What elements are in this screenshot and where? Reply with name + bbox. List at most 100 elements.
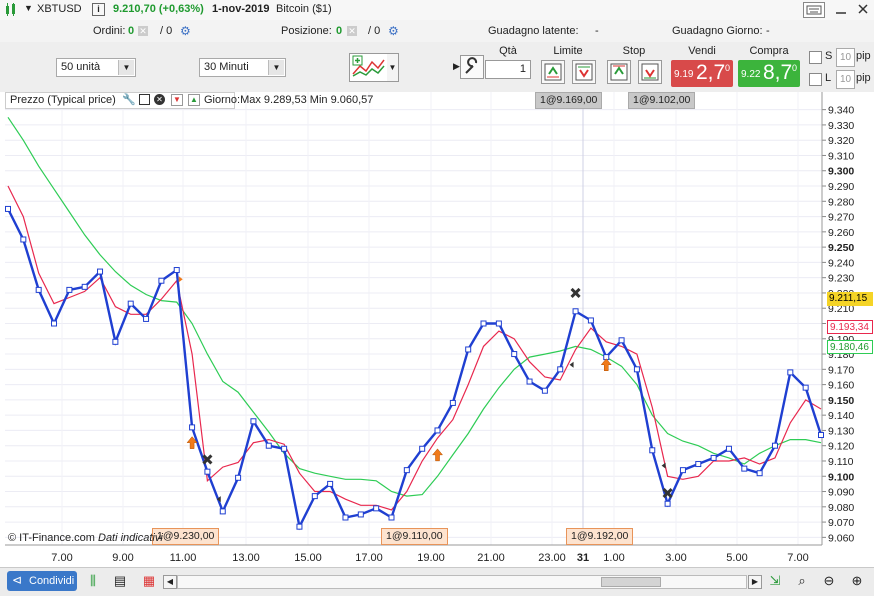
price-point xyxy=(572,308,579,315)
chevron-down-icon[interactable]: ▼ xyxy=(118,60,134,75)
table-icon[interactable]: ▤ xyxy=(111,572,129,590)
price-point xyxy=(219,508,226,515)
price-point xyxy=(710,454,717,461)
orders-cancel-icon[interactable]: ✕ xyxy=(138,26,148,36)
add-indicator-button[interactable] xyxy=(349,53,389,82)
sell-stop-button[interactable] xyxy=(638,60,662,84)
keyboard-icon[interactable] xyxy=(803,2,825,18)
x-tick-label: 31 xyxy=(577,552,589,564)
price-point xyxy=(265,442,272,449)
price-point xyxy=(173,267,180,274)
price-point xyxy=(235,474,242,481)
share-label: Condividi xyxy=(29,575,75,587)
x-tick-label: 19.00 xyxy=(417,552,445,564)
price-point xyxy=(250,418,257,425)
scroll-right-icon[interactable]: ▶ xyxy=(748,575,762,589)
zoom-out-icon[interactable]: ⊖ xyxy=(820,572,838,590)
position-cancel-icon[interactable]: ✕ xyxy=(347,26,357,36)
horizontal-scrollbar[interactable] xyxy=(177,575,747,589)
chevron-down-icon[interactable]: ▼ xyxy=(268,60,284,75)
zoom-in-icon[interactable]: ⊕ xyxy=(848,572,866,590)
order-flag-top-2[interactable]: 1@9.102,00 xyxy=(628,92,696,109)
price-point xyxy=(97,268,104,275)
y-tick-label: 9.260 xyxy=(828,227,854,239)
info-icon[interactable]: i xyxy=(92,3,105,16)
close-panel-icon[interactable]: ✕ xyxy=(154,94,165,105)
close-icon[interactable] xyxy=(856,2,870,16)
sell-limit-button[interactable] xyxy=(572,60,596,84)
price-point xyxy=(633,366,640,373)
price-badge-last: 9.211,15 xyxy=(827,292,873,306)
candles-icon[interactable]: ⫼ xyxy=(84,572,102,590)
order-flag-top-1[interactable]: 1@9.169,00 xyxy=(535,92,603,109)
y-tick-label: 9.140 xyxy=(828,410,854,422)
scroll-left-icon[interactable]: ◀ xyxy=(163,575,177,589)
price-point xyxy=(20,236,27,243)
price-point xyxy=(5,205,11,212)
account-status-bar: Ordini: 0 ✕ / 0 ⚙ Posizione: 0 ✕ / 0 ⚙ G… xyxy=(0,20,874,43)
y-tick-label: 9.280 xyxy=(828,196,854,208)
zoom-fit-icon[interactable]: ⇲ xyxy=(766,572,784,590)
instrument-name[interactable]: XBTUSD xyxy=(37,3,82,15)
window-restore-icon[interactable] xyxy=(139,94,150,105)
qty-input[interactable]: 1 xyxy=(485,60,531,79)
y-tick-label: 9.320 xyxy=(828,135,854,147)
product-name: Bitcoin ($1) xyxy=(276,3,332,15)
sell-button[interactable]: 9.19 2,7 0 xyxy=(671,60,733,87)
qty-label: Qtà xyxy=(499,45,517,57)
price-point xyxy=(204,468,211,475)
scrollbar-thumb[interactable] xyxy=(601,577,661,587)
y-tick-label: 9.100 xyxy=(828,471,854,483)
share-button[interactable]: ⊲ Condividi xyxy=(7,571,77,591)
buy-price-small: 9.22 xyxy=(741,69,761,80)
share-icon: ⊲ xyxy=(12,573,23,587)
orders-settings-icon[interactable]: ⚙ xyxy=(180,24,191,38)
y-tick-label: 9.290 xyxy=(828,181,854,193)
window-icon[interactable] xyxy=(5,3,17,16)
price-point xyxy=(357,511,364,518)
price-point xyxy=(81,283,88,290)
price-point xyxy=(449,399,456,406)
price-point xyxy=(495,320,502,327)
order-flag-bottom-3[interactable]: 1@9.192,00 xyxy=(566,528,634,545)
limit-label: Limite xyxy=(553,45,583,57)
instrument-dropdown-icon[interactable]: ▼ xyxy=(24,3,33,13)
buy-limit-button[interactable] xyxy=(541,60,565,84)
order-flag-bottom-2[interactable]: 1@9.110,00 xyxy=(381,528,448,545)
sell-label: Vendi xyxy=(688,45,716,57)
x-tick-label: 9.00 xyxy=(112,552,133,564)
price-point xyxy=(480,320,487,327)
position-settings-icon[interactable]: ⚙ xyxy=(388,24,399,38)
y-tick-label: 9.070 xyxy=(828,517,854,529)
limit-checkbox[interactable] xyxy=(809,73,822,86)
timeframe-select[interactable]: 30 Minuti ▼ xyxy=(199,58,286,77)
wrench-button[interactable] xyxy=(460,55,484,79)
price-point xyxy=(557,366,564,373)
copyright-text: © IT-Finance.com xyxy=(8,532,95,544)
y-tick-label: 9.160 xyxy=(828,380,854,392)
price-chart[interactable]: 9.340 9.330 9.320 9.310 9.300 9.290 9.280 9.270… xyxy=(0,92,874,567)
day-range-overlay: Giorno:Max 9.289,53 Min 9.060,57 xyxy=(204,94,374,106)
y-tick-label: 9.150 xyxy=(828,395,854,407)
move-up-icon[interactable]: ▲ xyxy=(188,94,200,106)
buy-button[interactable]: 9.22 8,7 0 xyxy=(738,60,800,87)
panel-collapse-icon[interactable]: ▶ xyxy=(453,61,460,72)
x-tick-label: 7.00 xyxy=(51,552,72,564)
minimize-icon[interactable] xyxy=(834,2,848,16)
price-point xyxy=(143,315,150,322)
grid-icon[interactable]: ▦ xyxy=(140,572,158,590)
wrench-icon[interactable]: 🔧 xyxy=(122,93,136,106)
stop-pip-input[interactable]: 10 xyxy=(836,48,855,67)
zoom-auto-icon[interactable]: ⌕ xyxy=(793,572,811,590)
x-tick-label: 7.00 xyxy=(787,552,808,564)
buy-stop-button[interactable] xyxy=(607,60,631,84)
stop-checkbox[interactable] xyxy=(809,51,822,64)
y-tick-label: 9.300 xyxy=(828,166,854,178)
limit-pip-input[interactable]: 10 xyxy=(836,70,855,89)
indicator-dropdown-icon[interactable]: ▼ xyxy=(387,53,399,82)
units-select[interactable]: 50 unità ▼ xyxy=(56,58,136,77)
y-tick-label: 9.110 xyxy=(828,456,854,468)
price-point xyxy=(112,338,119,345)
move-down-icon[interactable]: ▼ xyxy=(171,94,183,106)
chart-area[interactable]: 9.340 9.330 9.320 9.310 9.300 9.290 9.280 9.270… xyxy=(0,92,874,567)
